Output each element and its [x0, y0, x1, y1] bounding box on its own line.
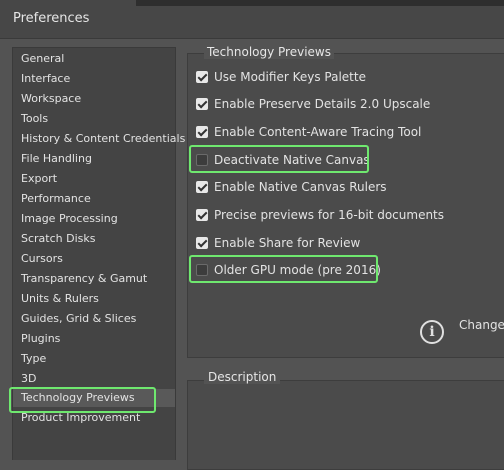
- sidebar-item-performance[interactable]: Performance: [13, 190, 175, 208]
- option-highlight-box: [189, 255, 378, 283]
- sidebar-item-units-rulers[interactable]: Units & Rulers: [13, 290, 175, 308]
- checkbox-checked[interactable]: [196, 126, 208, 138]
- description-panel: [187, 380, 504, 470]
- panel-title: Technology Previews: [204, 45, 334, 59]
- checkbox-checked[interactable]: [196, 181, 208, 193]
- sidebar-item-interface[interactable]: Interface: [13, 70, 175, 88]
- sidebar-item-general[interactable]: General: [13, 50, 175, 68]
- title-bar: Preferences: [0, 0, 504, 39]
- sidebar-item-technology-previews[interactable]: Technology Previews: [9, 387, 175, 413]
- sidebar-item-product-improvement[interactable]: Product Improvement: [13, 409, 175, 427]
- checkbox-checked[interactable]: [196, 209, 208, 221]
- option-label: Use Modifier Keys Palette: [214, 70, 366, 84]
- changes-info-text: Changes: [459, 318, 504, 332]
- sidebar-item-tools[interactable]: Tools: [13, 110, 175, 128]
- checkbox-checked[interactable]: [196, 71, 208, 83]
- sidebar-item-image-processing[interactable]: Image Processing: [13, 210, 175, 228]
- sidebar-item-history[interactable]: History & Content Credentials: [13, 130, 185, 148]
- sidebar-item-plugins[interactable]: Plugins: [13, 330, 175, 348]
- sidebar-item-scratch-disks[interactable]: Scratch Disks: [13, 230, 175, 248]
- option-label: Enable Native Canvas Rulers: [214, 180, 387, 194]
- title-bar-top-strip: [136, 0, 504, 6]
- option-label: Enable Preserve Details 2.0 Upscale: [214, 97, 431, 111]
- sidebar-item-cursors[interactable]: Cursors: [13, 250, 175, 268]
- sidebar-item-file-handling[interactable]: File Handling: [13, 150, 175, 168]
- option-label: Enable Share for Review: [214, 236, 361, 250]
- sidebar-item-transparency[interactable]: Transparency & Gamut: [13, 270, 175, 288]
- sidebar-item-type[interactable]: Type: [13, 350, 175, 368]
- window-title: Preferences: [13, 11, 90, 26]
- checkbox-checked[interactable]: [196, 98, 208, 110]
- sidebar-item-export[interactable]: Export: [13, 170, 175, 188]
- option-label: Precise previews for 16-bit documents: [214, 208, 445, 222]
- checkbox-checked[interactable]: [196, 237, 208, 249]
- sidebar-item-workspace[interactable]: Workspace: [13, 90, 175, 108]
- option-highlight-box: [189, 145, 369, 173]
- sidebar-item-guides[interactable]: Guides, Grid & Slices: [13, 310, 175, 328]
- description-title: Description: [204, 370, 281, 384]
- option-label: Enable Content-Aware Tracing Tool: [214, 125, 422, 139]
- sidebar-item-3d[interactable]: 3D: [13, 370, 175, 388]
- info-icon: i: [420, 320, 444, 344]
- sidebar: General Interface Workspace Tools Histor…: [9, 47, 185, 460]
